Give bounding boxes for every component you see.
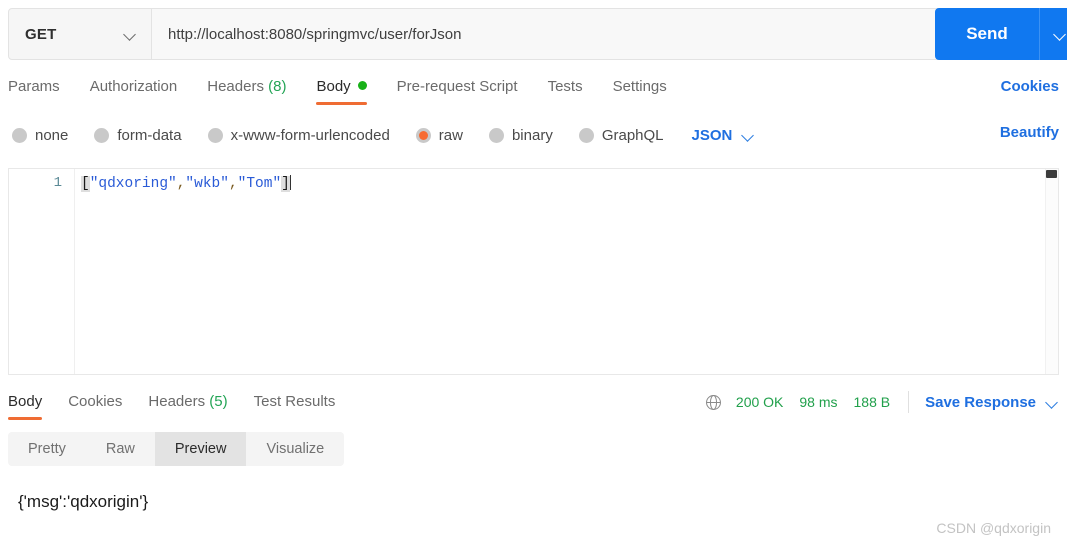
view-mode-label: Preview [174,441,227,457]
postman-request-window: GET http://localhost:8080/springmvc/user… [0,0,1067,545]
send-group: Send [935,8,1067,60]
view-mode-raw[interactable]: Raw [86,432,155,466]
response-tab-body[interactable]: Body [8,390,43,420]
headers-count: (8) [268,78,287,95]
radio-icon [488,127,504,143]
tab-label: Body [8,393,43,410]
tab-label: Pre-request Script [396,78,518,95]
view-mode-label: Raw [105,441,135,457]
tab-label: Settings [612,78,667,95]
view-mode-preview[interactable]: Preview [154,432,247,466]
radio-icon [207,127,223,143]
view-mode-label: Visualize [266,441,325,457]
response-tab-test-results[interactable]: Test Results [254,390,336,420]
tab-label: Tests [547,78,583,95]
globe-icon [705,394,721,410]
tab-label: Authorization [89,78,178,95]
response-size: 188 B [853,394,891,410]
editor-code-line: ["qdxoring","wkb","Tom"] [81,175,291,192]
tab-label: Headers [207,78,264,95]
tab-body[interactable]: Body [316,75,367,105]
line-number: 1 [53,175,62,191]
status-code: 200 OK [735,394,784,410]
tab-params[interactable]: Params [8,75,60,105]
response-tabs: Body Cookies Headers (5) Test Results [8,390,361,420]
body-type-none[interactable]: none [12,127,68,144]
view-mode-label: Pretty [28,441,66,457]
response-time: 98 ms [799,394,838,410]
json-string-2: "Tom" [237,176,282,192]
body-type-label: x-www-form-urlencoded [230,126,390,144]
response-headers-count: (5) [209,393,228,410]
chevron-down-icon[interactable] [1046,398,1059,406]
body-present-dot-icon [357,81,367,90]
beautify-link[interactable]: Beautify [1000,124,1059,141]
raw-format-dropdown[interactable]: JSON [692,127,756,144]
tab-settings[interactable]: Settings [613,75,667,105]
tab-label: Params [8,78,60,95]
tab-label: Cookies [68,393,123,410]
url-text: http://localhost:8080/springmvc/user/for… [168,25,462,43]
json-comma-1: , [228,176,238,192]
body-type-label: raw [438,126,463,144]
tab-headers[interactable]: Headers (8) [207,75,286,105]
url-input[interactable]: http://localhost:8080/springmvc/user/for… [152,8,1059,60]
tab-label: Body [316,78,351,95]
json-close-bracket: ] [281,176,290,192]
send-options-button[interactable] [1039,8,1067,60]
http-method-dropdown[interactable]: GET [8,8,152,60]
editor-gutter: 1 [9,169,75,374]
body-type-label: GraphQL [601,126,664,144]
radio-icon [578,127,594,143]
chevron-down-icon [742,131,755,139]
tab-tests[interactable]: Tests [548,75,583,105]
body-type-label: none [35,126,69,144]
editor-scrollbar-thumb[interactable] [1046,170,1057,178]
editor-scrollbar[interactable] [1045,169,1058,374]
body-type-raw[interactable]: raw [415,126,463,144]
divider [908,391,910,413]
body-type-label: form-data [117,126,182,144]
raw-format-label: JSON [691,126,733,144]
chevron-down-icon [1054,30,1067,38]
tab-label: Headers [148,393,206,410]
response-preview-content: {'msg':'qdxorigin'} [18,492,149,511]
url-bar: GET http://localhost:8080/springmvc/user… [8,8,1059,60]
text-cursor [289,175,291,190]
response-tab-cookies[interactable]: Cookies [68,390,122,420]
body-type-row: none form-data x-www-form-urlencoded raw… [12,122,1059,148]
response-status-bar: 200 OK 98 ms 188 B Save Response [705,391,1059,413]
send-button[interactable]: Send [935,8,1039,60]
cookies-link[interactable]: Cookies [1001,78,1059,95]
tab-pre-request-script[interactable]: Pre-request Script [397,75,518,105]
view-mode-pretty[interactable]: Pretty [8,432,86,466]
request-body-editor[interactable]: 1 ["qdxoring","wkb","Tom"] [8,168,1059,375]
json-open-bracket: [ [81,176,90,192]
chevron-down-icon [124,30,137,38]
radio-icon [12,127,27,143]
radio-selected-icon [415,127,431,143]
tab-label: Test Results [253,393,336,410]
response-tab-headers[interactable]: Headers (5) [148,390,227,420]
watermark: CSDN @qdxorigin [936,520,1051,536]
body-type-graphql[interactable]: GraphQL [578,126,664,144]
json-string-1: "wkb" [185,176,229,192]
view-mode-visualize[interactable]: Visualize [246,432,344,466]
json-string-0: "qdxoring" [89,176,177,192]
tab-authorization[interactable]: Authorization [90,75,178,105]
body-type-x-www-form-urlencoded[interactable]: x-www-form-urlencoded [207,126,390,144]
body-type-label: binary [511,126,553,144]
http-method-label: GET [25,25,57,43]
response-view-modes: Pretty Raw Preview Visualize [8,432,345,466]
radio-icon [94,127,110,143]
request-tabs: Params Authorization Headers (8) Body Pr… [8,75,1059,111]
body-type-binary[interactable]: binary [488,126,553,144]
save-response-button[interactable]: Save Response [925,394,1036,411]
body-type-form-data[interactable]: form-data [94,126,182,144]
